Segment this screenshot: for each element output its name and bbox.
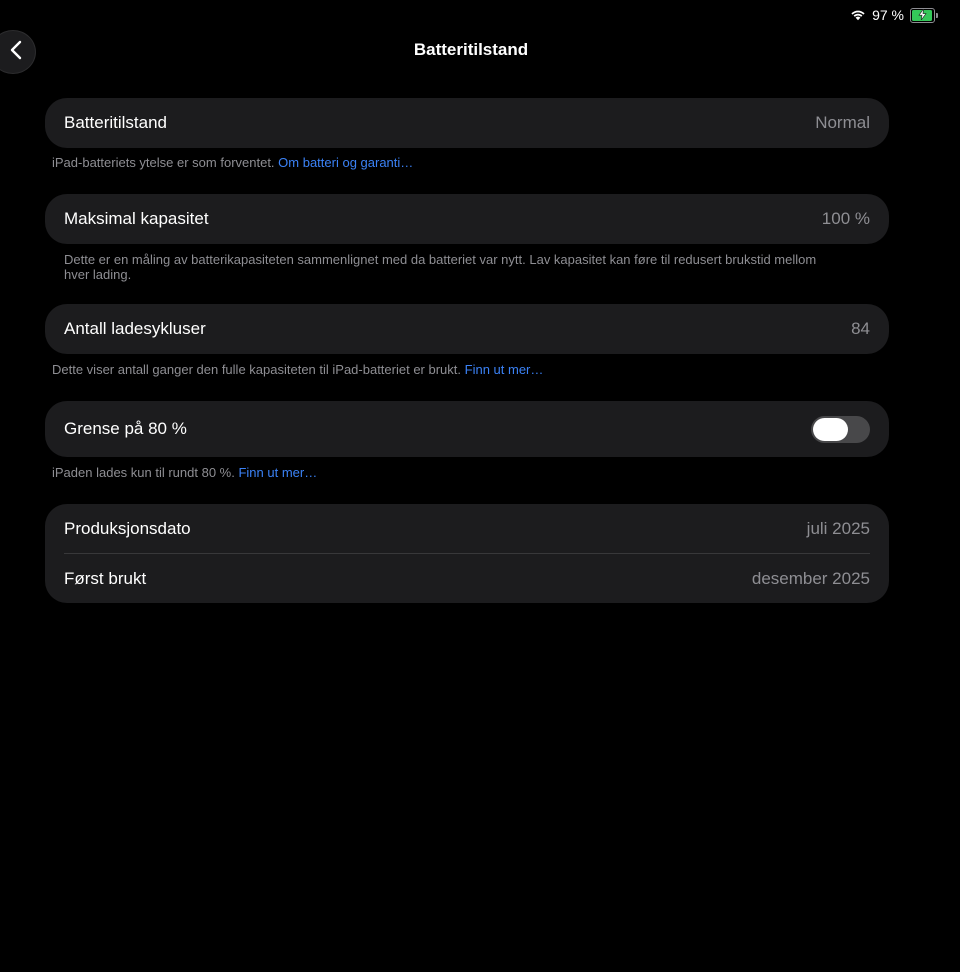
- charge-cycles-footnote-text: Dette viser antall ganger den fulle kapa…: [52, 362, 462, 377]
- charge-limit-label: Grense på 80 %: [64, 419, 187, 438]
- max-capacity-row: Maksimal kapasitet 100 %: [45, 194, 889, 244]
- charge-cycles-learn-more-link[interactable]: Finn ut mer…: [465, 362, 544, 377]
- charge-limit-row: Grense på 80 %: [45, 401, 889, 457]
- max-capacity-footnote: Dette er en måling av batterikapasiteten…: [64, 252, 824, 282]
- charge-cycles-row: Antall ladesykluser 84: [45, 304, 889, 354]
- wifi-icon: [850, 9, 866, 21]
- max-capacity-label: Maksimal kapasitet: [64, 209, 209, 228]
- first-use-value: desember 2025: [751, 568, 870, 588]
- battery-health-footnote: iPad-batteriets ytelse er som forventet.…: [52, 155, 832, 170]
- max-capacity-card: Maksimal kapasitet 100 %: [45, 194, 889, 244]
- charge-limit-footnote: iPaden lades kun til rundt 80 %. Finn ut…: [52, 465, 832, 480]
- status-bar: 97 %: [850, 6, 938, 24]
- max-capacity-footnote-text: Dette er en måling av batterikapasiteten…: [64, 252, 817, 282]
- charge-cycles-label: Antall ladesykluser: [64, 319, 206, 338]
- charge-limit-learn-more-link[interactable]: Finn ut mer…: [238, 465, 317, 480]
- manufacture-date-row: Produksjonsdato juli 2025: [45, 504, 889, 553]
- dates-card: Produksjonsdato juli 2025 Først brukt de…: [45, 504, 889, 603]
- battery-charging-icon: [910, 7, 938, 23]
- charge-cycles-card: Antall ladesykluser 84: [45, 304, 889, 354]
- charge-limit-card: Grense på 80 %: [45, 401, 889, 457]
- charge-cycles-footnote: Dette viser antall ganger den fulle kapa…: [52, 362, 832, 377]
- battery-health-card: Batteritilstand Normal: [45, 98, 889, 148]
- first-use-row: Først brukt desember 2025: [45, 554, 889, 603]
- manufacture-date-label: Produksjonsdato: [64, 518, 191, 538]
- battery-warranty-link[interactable]: Om batteri og garanti…: [278, 155, 413, 170]
- charge-limit-footnote-text: iPaden lades kun til rundt 80 %.: [52, 465, 235, 480]
- battery-health-footnote-text: iPad-batteriets ytelse er som forventet.: [52, 155, 275, 170]
- battery-health-row: Batteritilstand Normal: [45, 98, 889, 148]
- manufacture-date-value: juli 2025: [806, 518, 870, 538]
- charge-cycles-value: 84: [851, 319, 870, 338]
- battery-health-label: Batteritilstand: [64, 113, 167, 132]
- battery-health-screen: 97 % Batteritilstand Batteritilstand Nor…: [0, 0, 960, 972]
- page-title: Batteritilstand: [413, 40, 529, 59]
- battery-percent: 97 %: [872, 7, 904, 23]
- charge-limit-toggle[interactable]: [811, 415, 870, 443]
- first-use-label: Først brukt: [64, 568, 147, 588]
- battery-health-value: Normal: [815, 113, 870, 132]
- toggle-knob: [813, 417, 848, 441]
- max-capacity-value: 100 %: [821, 209, 870, 228]
